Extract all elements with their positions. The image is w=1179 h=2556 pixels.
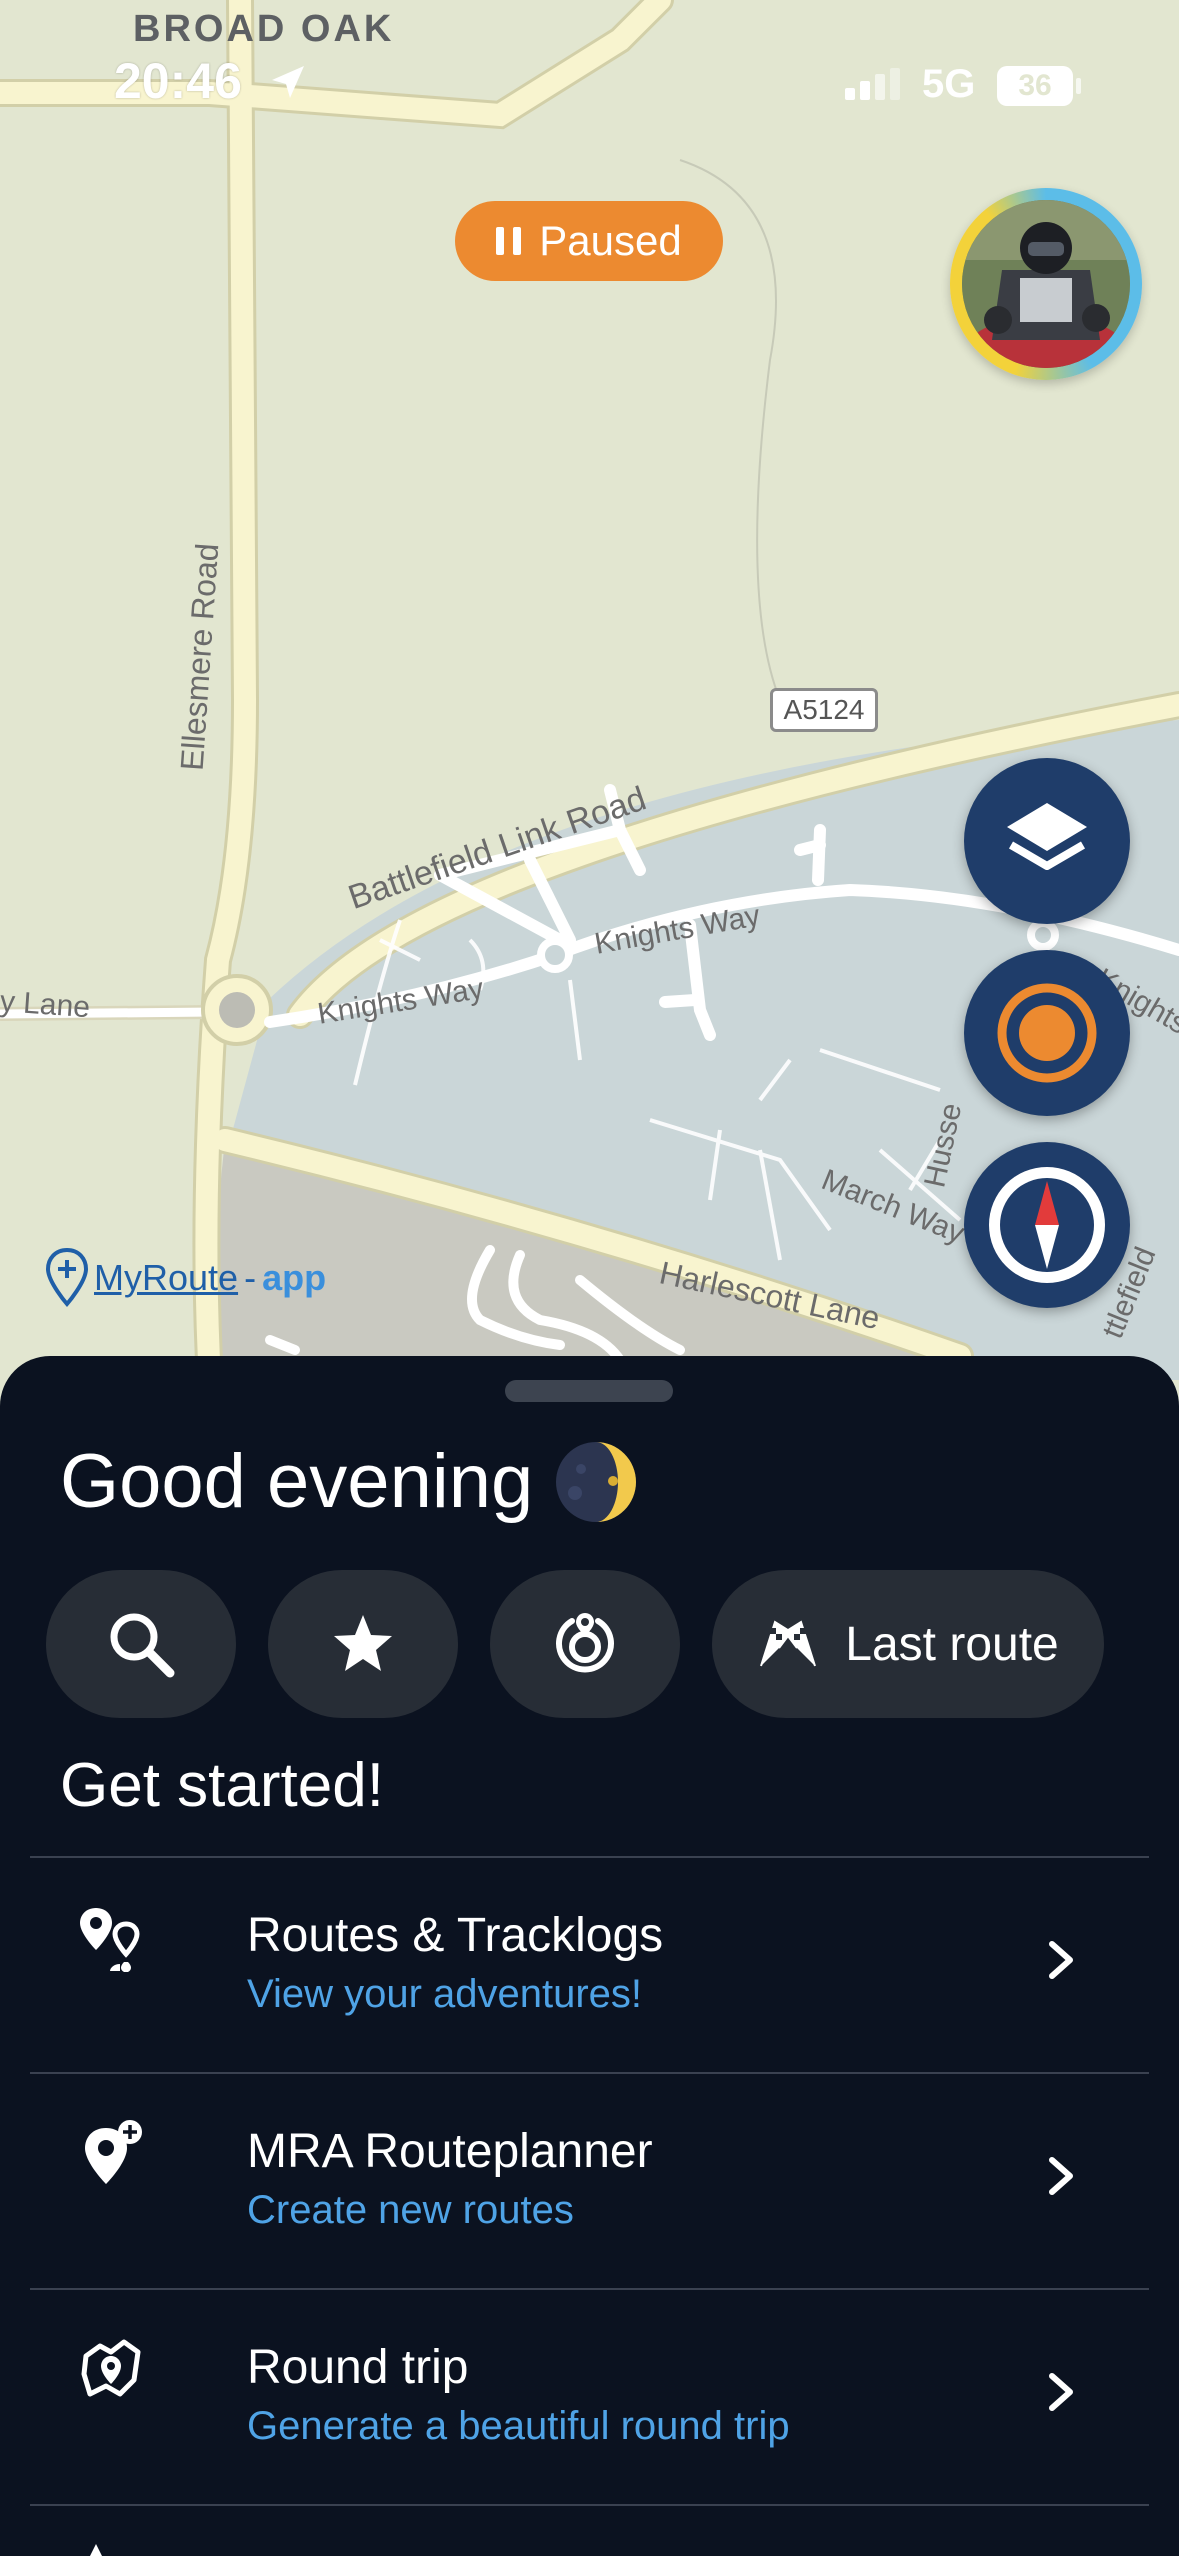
myroute-app-logo[interactable]: MyRoute - app (46, 1248, 326, 1308)
divider (30, 2504, 1149, 2506)
compass-button[interactable] (964, 1142, 1130, 1308)
search-icon (110, 1613, 175, 1678)
favorites-button[interactable] (268, 1570, 458, 1718)
search-button[interactable] (46, 1570, 236, 1718)
paused-label: Paused (539, 217, 682, 264)
list-item-round-trip[interactable]: Round trip Generate a beautiful round tr… (30, 2290, 1149, 2504)
last-route-button[interactable]: Last route (712, 1570, 1104, 1718)
row-title: Routes & Tracklogs (247, 1909, 664, 1962)
list-item-mra-routeplanner[interactable]: MRA Routeplanner Create new routes (30, 2074, 1149, 2288)
sheet-drag-handle[interactable] (505, 1380, 673, 1402)
battery-indicator: 36 (997, 66, 1073, 106)
checkered-flags-icon (760, 1620, 817, 1667)
bottom-sheet[interactable]: Good evening Last route Get started! Rou… (0, 1356, 1179, 2556)
row-title: Round trip (247, 2341, 469, 2394)
row-subtitle: View your adventures! (247, 1972, 643, 2016)
location-radar-icon (556, 1613, 614, 1673)
list-item-routes-tracklogs[interactable]: Routes & Tracklogs View your adventures! (30, 1858, 1149, 2072)
pins-icon (80, 1908, 140, 1972)
cellular-signal-icon (845, 68, 900, 100)
layers-icon (1007, 803, 1087, 870)
profile-avatar[interactable] (950, 188, 1142, 380)
status-clock: 20:46 (114, 53, 242, 109)
battery-cap (1076, 78, 1081, 94)
road-number-badge: A5124 (770, 688, 878, 732)
moon-icon (556, 1441, 637, 1522)
paused-status-button[interactable]: Paused (455, 201, 723, 281)
map-label-lane: y Lane (0, 985, 92, 1025)
map-layers-button[interactable] (964, 758, 1130, 924)
chevron-right-icon (1049, 2373, 1073, 2411)
pause-icon (496, 227, 522, 255)
brand-dash: - (244, 1257, 257, 1298)
compass-icon (989, 1167, 1105, 1283)
location-arrow-icon (272, 66, 304, 98)
status-location-name: BROAD OAK (133, 8, 395, 50)
row-subtitle: Generate a beautiful round trip (247, 2404, 790, 2448)
record-track-button[interactable] (964, 950, 1130, 1116)
chevron-right-icon (1049, 1941, 1073, 1979)
map-pin-plus-icon (46, 1248, 88, 1308)
brand-name: MyRoute (94, 1257, 239, 1298)
next-row-icon (90, 2544, 102, 2556)
chevron-right-icon (1049, 2157, 1073, 2195)
round-trip-icon (81, 2339, 141, 2397)
record-icon (997, 983, 1097, 1083)
greeting-heading: Good evening (60, 1438, 637, 1525)
last-route-label: Last route (845, 1617, 1059, 1671)
add-location-icon (85, 2120, 142, 2184)
nearby-button[interactable] (490, 1570, 680, 1718)
brand-app: app (262, 1257, 327, 1298)
get-started-heading: Get started! (60, 1751, 384, 1820)
star-icon (334, 1615, 392, 1671)
row-subtitle: Create new routes (247, 2188, 574, 2232)
network-type: 5G (922, 62, 976, 106)
greeting-text: Good evening (60, 1439, 534, 1524)
row-title: MRA Routeplanner (247, 2125, 653, 2178)
avatar-photo (962, 200, 1130, 368)
